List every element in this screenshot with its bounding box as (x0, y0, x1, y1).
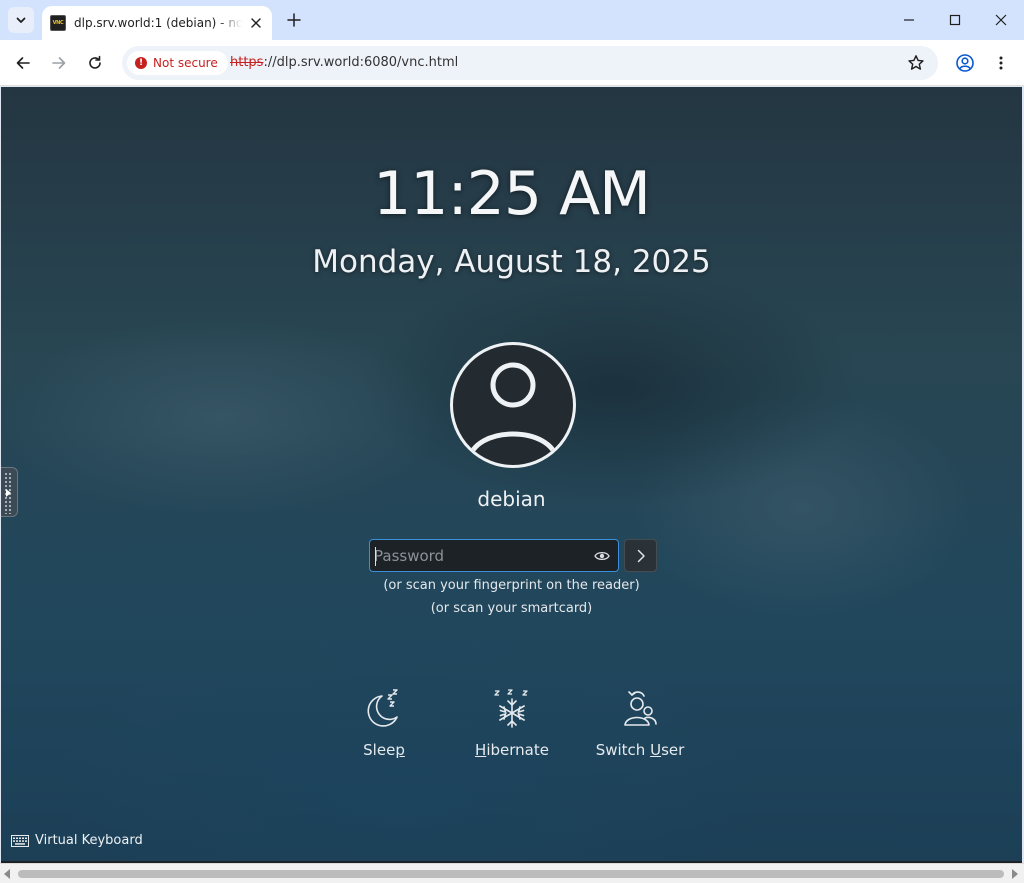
minimize-button[interactable] (886, 0, 932, 40)
url-scheme: https (230, 55, 264, 70)
show-password-button[interactable] (592, 547, 612, 565)
keyboard-icon (11, 834, 29, 847)
bookmark-button[interactable] (906, 53, 926, 73)
profile-button[interactable] (951, 49, 979, 77)
plus-icon (287, 13, 301, 27)
virtual-keyboard-label: Virtual Keyboard (35, 833, 143, 848)
chevron-right-icon (637, 549, 645, 562)
snowflake-hibernate-icon (494, 689, 528, 728)
vnc-screen[interactable]: 11:25 AM Monday, August 18, 2025 debian … (1, 87, 1022, 861)
maximize-icon (949, 14, 961, 26)
vnc-favicon-icon: VNC (50, 15, 66, 31)
sleep-button[interactable]: Sleep (324, 687, 444, 759)
reload-icon (89, 55, 101, 69)
virtual-keyboard-button[interactable]: Virtual Keyboard (11, 833, 143, 848)
security-chip[interactable]: ! Not secure (127, 51, 228, 75)
security-chip-label: Not secure (153, 56, 218, 70)
warning-icon: ! (135, 57, 147, 69)
user-avatar (450, 342, 576, 468)
scroll-right-icon[interactable] (1012, 869, 1018, 879)
switch-user-label: Switch User (595, 741, 685, 759)
expand-arrow-icon (6, 489, 11, 497)
maximize-button[interactable] (932, 0, 978, 40)
user-avatar-icon (466, 362, 560, 464)
arrow-left-icon (16, 57, 30, 69)
kebab-menu-icon (999, 56, 1003, 70)
browser-tab[interactable]: VNC dlp.srv.world:1 (debian) - noVNC (42, 6, 272, 40)
sleep-label: Sleep (363, 741, 405, 759)
browser-toolbar: ! Not secure https://dlp.srv.world:6080/… (0, 40, 1024, 86)
url-text[interactable]: https://dlp.srv.world:6080/vnc.html (230, 55, 458, 70)
arrow-right-icon (52, 57, 66, 69)
scroll-left-icon[interactable] (4, 869, 10, 879)
hibernate-button[interactable]: Hibernate (452, 687, 572, 759)
tab-strip: VNC dlp.srv.world:1 (debian) - noVNC (0, 0, 1024, 40)
url-path: ://dlp.srv.world:6080/vnc.html (263, 55, 459, 70)
forward-button[interactable] (45, 49, 73, 77)
scrollbar-thumb[interactable] (18, 870, 1004, 878)
close-icon (995, 14, 1007, 26)
window-close-button[interactable] (978, 0, 1024, 40)
minimize-icon (904, 19, 914, 21)
back-button[interactable] (9, 49, 37, 77)
chevron-down-icon (16, 17, 26, 23)
login-submit-button[interactable] (624, 539, 657, 572)
novnc-control-bar-handle[interactable] (1, 467, 18, 517)
lock-clock: 11:25 AM (373, 159, 651, 229)
reload-button[interactable] (81, 49, 109, 77)
star-icon (908, 55, 924, 70)
password-input[interactable] (374, 542, 584, 569)
moon-sleep-icon (367, 689, 398, 727)
smartcard-hint: (or scan your smartcard) (430, 601, 593, 616)
horizontal-scrollbar[interactable] (0, 863, 1024, 883)
hibernate-label: Hibernate (475, 741, 549, 759)
username-label: debian (477, 487, 546, 511)
fingerprint-hint: (or scan your fingerprint on the reader) (383, 578, 640, 593)
tab-search-button[interactable] (8, 7, 34, 33)
lock-date: Monday, August 18, 2025 (312, 244, 711, 280)
address-bar[interactable]: ! Not secure https://dlp.srv.world:6080/… (122, 46, 938, 80)
switch-user-icon (624, 691, 657, 726)
switch-user-button[interactable]: Switch User (580, 687, 700, 759)
close-icon (251, 18, 261, 28)
text-caret (375, 547, 376, 566)
tab-title: dlp.srv.world:1 (debian) - noVNC (74, 16, 242, 30)
password-field[interactable] (369, 539, 619, 572)
profile-icon (956, 54, 974, 72)
tab-close-button[interactable] (248, 15, 264, 31)
menu-button[interactable] (987, 49, 1015, 77)
new-tab-button[interactable] (283, 9, 305, 31)
eye-icon (594, 551, 610, 561)
